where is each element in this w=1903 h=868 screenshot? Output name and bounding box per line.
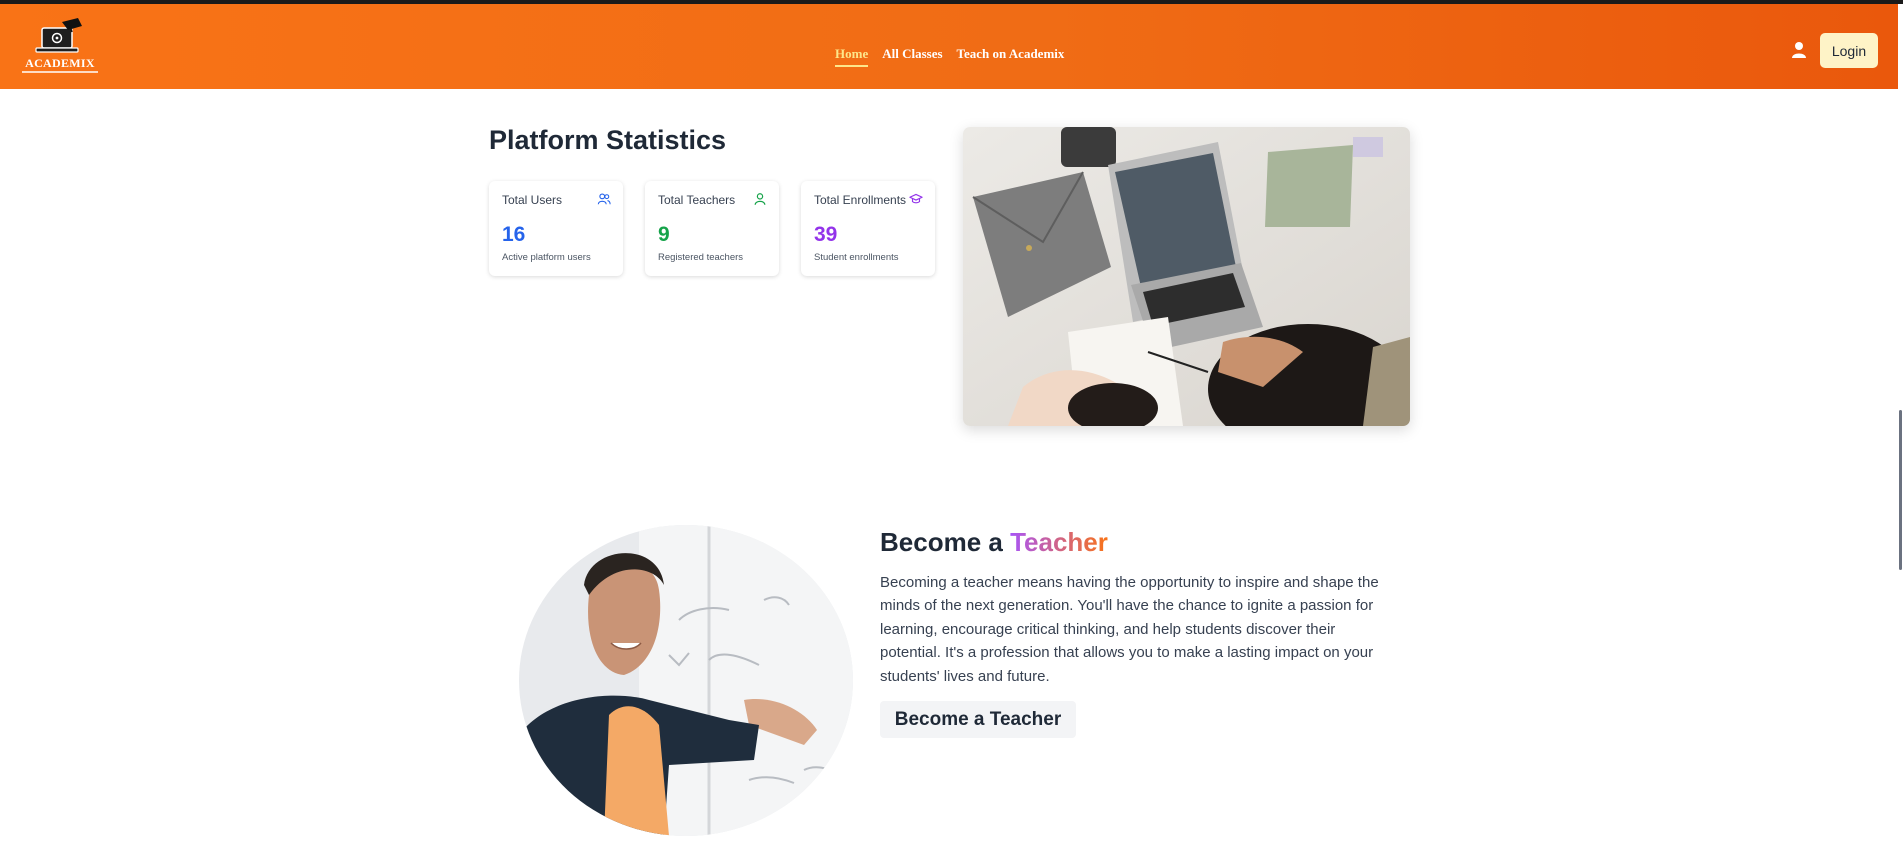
- scrollbar-thumb[interactable]: [1899, 410, 1902, 570]
- stat-desc: Registered teachers: [658, 252, 744, 263]
- logo[interactable]: ACADEMIX: [22, 16, 98, 78]
- stat-label: Total Users: [502, 193, 563, 207]
- stat-value: 39: [814, 223, 838, 246]
- login-button[interactable]: Login: [1820, 33, 1878, 68]
- stat-desc: Active platform users: [502, 252, 591, 263]
- stat-card-teachers: Total Teachers 9 Registered teachers: [645, 181, 779, 276]
- stat-value: 16: [502, 223, 526, 246]
- nav-teach-on-academix[interactable]: Teach on Academix: [957, 46, 1065, 67]
- user-icon[interactable]: [1791, 41, 1807, 59]
- become-teacher-title-accent: Teacher: [1010, 527, 1108, 557]
- become-teacher-title: Become a Teacher: [880, 527, 1108, 558]
- laptop-logo-icon: [35, 18, 82, 53]
- nav-home[interactable]: Home: [835, 46, 869, 67]
- stat-value: 9: [658, 223, 670, 246]
- stat-card-users: Total Users 16 Active platform users: [489, 181, 623, 276]
- navbar: ACADEMIX Home All Classes Teach on Acade…: [0, 4, 1898, 89]
- become-teacher-description: Becoming a teacher means having the oppo…: [880, 574, 1379, 685]
- become-teacher-title-prefix: Become a: [880, 527, 1003, 557]
- stat-label: Total Teachers: [658, 193, 736, 207]
- brand-name: ACADEMIX: [25, 56, 95, 70]
- graduation-cap-icon: [909, 193, 923, 204]
- nav-all-classes[interactable]: All Classes: [882, 46, 942, 67]
- stat-desc: Student enrollments: [814, 252, 899, 263]
- stat-card-enrollments: Total Enrollments 39 Student enrollments: [801, 181, 935, 276]
- become-teacher-button[interactable]: Become a Teacher: [880, 701, 1076, 738]
- stats-title: Platform Statistics: [489, 125, 727, 155]
- nav-links: Home All Classes Teach on Academix: [835, 46, 1064, 67]
- teacher-photo: [519, 525, 853, 836]
- brand-tagline-line: [22, 71, 98, 73]
- stat-label: Total Enrollments: [814, 193, 907, 207]
- users-icon: [597, 193, 611, 205]
- study-desk-image: [963, 127, 1410, 426]
- user-icon: [754, 193, 766, 205]
